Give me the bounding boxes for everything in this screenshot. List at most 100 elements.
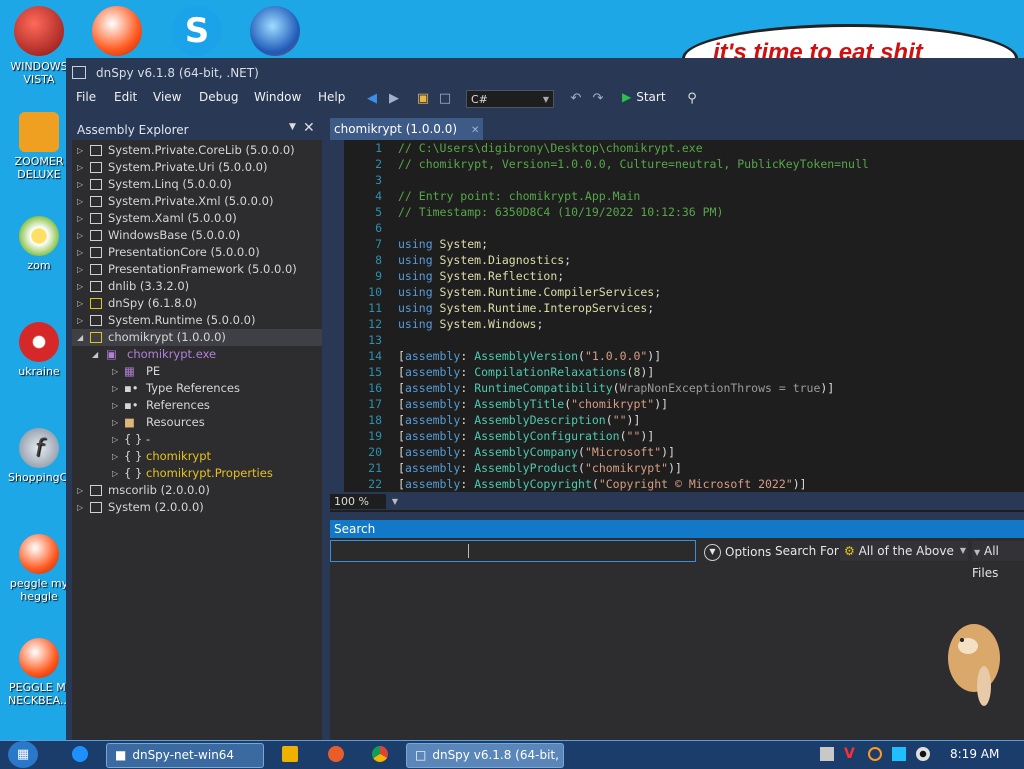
code-line: 7 using System; — [375, 237, 489, 251]
menu-file[interactable]: File — [76, 90, 96, 104]
tree-item-selected[interactable]: ◢ chomikrypt (1.0.0.0) — [72, 329, 322, 346]
code-line: 9 using System.Reflection; — [375, 269, 565, 283]
tray-v-icon[interactable]: V — [844, 747, 858, 761]
window-titlebar[interactable]: dnSpy v6.1.8 (64-bit, .NET) — [66, 58, 1024, 86]
tree-item[interactable]: ◢ ▣ chomikrypt.exe — [72, 346, 322, 363]
save-icon[interactable]: □ — [437, 91, 453, 107]
panel-title: Assembly Explorer — [77, 123, 189, 137]
code-line: 17 [assembly: AssemblyTitle("chomikrypt")… — [368, 397, 669, 411]
tree-item[interactable]: ▷ System.Runtime (5.0.0.0) — [72, 312, 322, 329]
tree-item[interactable]: ▷ System.Private.Uri (5.0.0.0) — [72, 159, 322, 176]
tree-item[interactable]: ▷ ▪• References — [72, 397, 322, 414]
window-title: dnSpy v6.1.8 (64-bit, .NET) — [96, 66, 259, 80]
tree-item[interactable]: ▷ System.Private.CoreLib (5.0.0.0) — [72, 142, 322, 159]
menu-window[interactable]: Window — [254, 90, 301, 104]
code-view[interactable]: 1// C:\Users\digibrony\Desktop\chomikryp… — [344, 140, 1024, 492]
dnspy-window: dnSpy v6.1.8 (64-bit, .NET) File Edit Vi… — [66, 58, 1024, 740]
references-icon: ▪• — [124, 381, 139, 395]
tree-item[interactable]: ▷ PresentationFramework (5.0.0.0) — [72, 261, 322, 278]
chevron-down-icon: ▼ — [974, 548, 981, 557]
skype-shortcut-icon[interactable]: S — [172, 6, 222, 56]
taskbar-item-dnspy-folder[interactable]: ■ dnSpy-net-win64 — [106, 743, 264, 768]
desktop-icon-ukraine[interactable]: ukraine — [8, 322, 70, 378]
tree-item[interactable]: ▷ mscorlib (2.0.0.0) — [72, 482, 322, 499]
tree-item[interactable]: ▷ ▪• Type References — [72, 380, 322, 397]
code-line: 3 — [375, 173, 382, 187]
tray-search-icon[interactable] — [868, 747, 882, 761]
tree-item[interactable]: ▷{ } chomikrypt — [72, 448, 322, 465]
scope-select[interactable]: ▼ All Files — [972, 541, 1024, 580]
start-button[interactable]: ▶ Start — [622, 90, 666, 104]
tree-item[interactable]: ▷{ } - — [72, 431, 322, 448]
tree-item[interactable]: ▷{ } chomikrypt.Properties — [72, 465, 322, 482]
namespace-icon: { } — [124, 466, 143, 480]
namespace-icon: { } — [124, 449, 143, 463]
flower-icon — [19, 216, 59, 256]
code-line: 15 [assembly: CompilationRelaxations(8)] — [368, 365, 655, 379]
menu-debug[interactable]: Debug — [199, 90, 238, 104]
desktop-icon-zom[interactable]: zom — [8, 216, 70, 272]
hamster-mascot-image — [948, 624, 1000, 706]
tree-item[interactable]: ▷ dnlib (3.3.2.0) — [72, 278, 322, 295]
back-icon[interactable]: ◀ — [364, 91, 380, 107]
menu-edit[interactable]: Edit — [114, 90, 137, 104]
tree-item[interactable]: ▷ ■ Resources — [72, 414, 322, 431]
search-input[interactable] — [330, 540, 696, 562]
tray-network-icon[interactable] — [892, 747, 906, 761]
ie-icon[interactable] — [72, 746, 88, 762]
desktop-icon-zoomer-deluxe[interactable]: ZOOMER DELUXE — [8, 112, 70, 181]
taskbar-item-dnspy[interactable]: □ dnSpy v6.1.8 (64-bit, ... — [406, 743, 564, 768]
redo-icon[interactable]: ↷ — [590, 91, 606, 107]
paint-icon[interactable] — [328, 746, 344, 762]
tree-item[interactable]: ▷ dnSpy (6.1.8.0) — [72, 295, 322, 312]
peggle-shortcut-icon[interactable] — [92, 6, 142, 56]
peggle-icon — [19, 638, 59, 678]
open-folder-icon[interactable]: ▣ — [415, 91, 431, 107]
chevron-down-icon: ▼ — [959, 546, 966, 555]
desktop-icon-shopping[interactable]: f ShoppingC... — [8, 428, 78, 484]
close-icon[interactable]: ✕ — [471, 125, 479, 136]
tree-item[interactable]: ▷ PresentationCore (5.0.0.0) — [72, 244, 322, 261]
search-pane: Search ▼ Options Search For: ⚙ All of the… — [330, 520, 1024, 740]
tray-volume-icon[interactable] — [916, 747, 930, 761]
language-select[interactable]: C# ▼ — [466, 90, 554, 108]
code-line: 6 — [375, 221, 382, 235]
desktop-icon-peggle-my-heggle[interactable]: peggle my heggle — [8, 534, 70, 603]
code-line: 11 using System.Runtime.InteropServices; — [368, 301, 655, 315]
media-player-icon[interactable] — [282, 746, 298, 762]
code-line: 21 [assembly: AssemblyProduct("chomikrypt… — [368, 461, 682, 475]
tab-chomikrypt[interactable]: chomikrypt (1.0.0.0) ✕ — [330, 118, 484, 140]
zoom-select[interactable]: 100 % ▼ — [330, 494, 398, 509]
code-line: 16 [assembly: RuntimeCompatibility(WrapNo… — [368, 381, 835, 395]
filter-icon: ⚙ — [844, 544, 855, 558]
tray-icon[interactable] — [820, 747, 834, 761]
tree-item[interactable]: ▷ System.Private.Xml (5.0.0.0) — [72, 193, 322, 210]
start-orb-icon[interactable]: ▦ — [8, 741, 38, 768]
chrome-icon[interactable] — [372, 746, 388, 762]
search-for-select[interactable]: ⚙ All of the Above ▼ — [840, 541, 968, 561]
close-icon[interactable]: ✕ — [303, 120, 315, 136]
desktop-shortcut-icon[interactable] — [14, 6, 64, 56]
forward-icon[interactable]: ▶ — [386, 91, 402, 107]
clock[interactable]: 8:19 AM — [950, 747, 999, 761]
desktop-icon-windows-vista[interactable]: WINDOWS VISTA — [8, 60, 70, 86]
browser-shortcut-icon[interactable] — [250, 6, 300, 56]
tree-item[interactable]: ▷ System (2.0.0.0) — [72, 499, 322, 516]
tree-item[interactable]: ▷ System.Linq (5.0.0.0) — [72, 176, 322, 193]
menu-help[interactable]: Help — [318, 90, 345, 104]
options-toggle[interactable]: ▼ Options — [704, 544, 771, 561]
taskbar: ▦ ■ dnSpy-net-win64 □ dnSpy v6.1.8 (64-bit… — [0, 740, 1024, 769]
tree-item[interactable]: ▷ WindowsBase (5.0.0.0) — [72, 227, 322, 244]
folder-icon: ■ — [124, 415, 135, 429]
tree-item[interactable]: ▷ System.Xaml (5.0.0.0) — [72, 210, 322, 227]
assembly-explorer: Assembly Explorer ▼ ✕ ▷ System.Private.Co… — [72, 118, 322, 740]
tree-item[interactable]: ▷ ▦ PE — [72, 363, 322, 380]
search-icon[interactable]: ⚲ — [684, 91, 700, 107]
code-line: 13 — [368, 333, 382, 347]
peggle-icon — [19, 534, 59, 574]
desktop-icon-peggle-neckbeard[interactable]: PEGGLE MI NECKBEA... — [8, 638, 70, 707]
menu-view[interactable]: View — [153, 90, 181, 104]
radiation-icon — [19, 322, 59, 362]
undo-icon[interactable]: ↶ — [568, 91, 584, 107]
chevron-down-icon[interactable]: ▼ — [289, 122, 296, 132]
